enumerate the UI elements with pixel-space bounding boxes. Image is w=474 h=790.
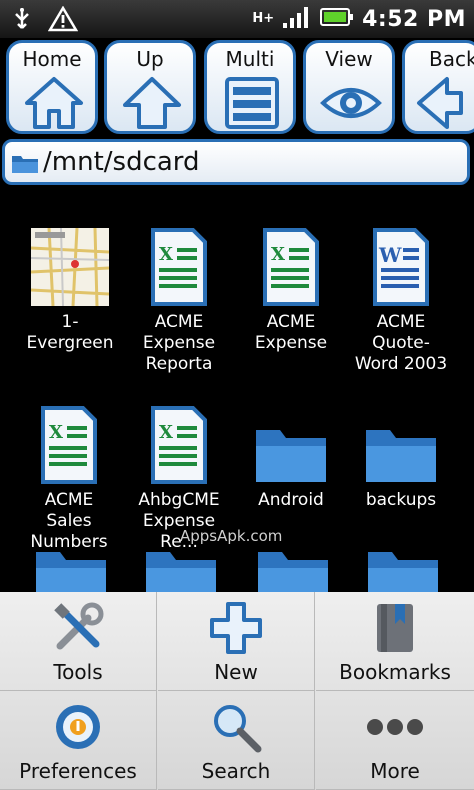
file-name: ACME Quote- Word 2003 [354, 312, 448, 374]
multi-select-icon [225, 77, 279, 129]
image-thumbnail-icon [31, 228, 109, 306]
view-label: View [325, 47, 373, 71]
menu-item-tools[interactable]: Tools [0, 592, 157, 691]
more-icon [367, 719, 423, 735]
plus-icon [210, 602, 262, 654]
menu-label-tools: Tools [53, 660, 103, 684]
menu-label-bookmarks: Bookmarks [339, 660, 451, 684]
battery-icon [320, 7, 354, 31]
status-bar: H+ 4:52 PM [0, 0, 474, 38]
preferences-icon [56, 705, 100, 749]
back-label: Back [429, 47, 474, 71]
file-name: ACME Sales Numbers [30, 490, 108, 552]
up-arrow-icon [123, 77, 181, 129]
path-bar[interactable]: /mnt/sdcard [2, 139, 470, 185]
menu-label-search: Search [201, 759, 271, 783]
svg-text:X: X [271, 244, 285, 265]
watermark: AppsApk.com [180, 527, 283, 545]
menu-item-bookmarks[interactable]: Bookmarks [316, 592, 474, 691]
eye-icon [320, 88, 382, 118]
search-icon [214, 705, 262, 753]
toolbar: Home Up Multi View Back [0, 38, 474, 136]
warning-icon [47, 5, 79, 36]
folder-icon [366, 430, 436, 482]
file-name: Android [258, 490, 324, 510]
file-item[interactable]: X ACME Sales Numbers [14, 396, 124, 553]
bookmark-icon [377, 604, 413, 652]
menu-item-more[interactable]: More [316, 691, 474, 790]
svg-text:X: X [159, 244, 173, 265]
tools-icon [54, 602, 104, 650]
menu-label-new: New [214, 660, 258, 684]
file-name: backups [365, 490, 437, 510]
folder-icon [256, 430, 326, 482]
network-type: H+ [252, 11, 275, 26]
view-button[interactable]: View [303, 40, 395, 134]
home-button[interactable]: Home [6, 40, 98, 134]
file-name: ACME Expense Reporta [142, 312, 216, 374]
file-name: 1- Evergreen [26, 312, 114, 353]
usb-icon [12, 6, 32, 36]
menu-item-new[interactable]: New [158, 592, 315, 691]
folder-icon [12, 156, 38, 173]
folder-icon[interactable] [366, 546, 440, 596]
folder-icon[interactable] [256, 546, 330, 596]
menu-item-preferences[interactable]: Preferences [0, 691, 157, 790]
folder-icon[interactable] [144, 546, 218, 596]
excel-file-icon: X [151, 228, 207, 306]
home-label: Home [22, 47, 82, 71]
clock: 4:52 PM [362, 6, 466, 32]
word-file-icon: W [373, 228, 429, 306]
svg-text:W: W [378, 243, 402, 267]
signal-icon [282, 5, 312, 33]
menu-label-preferences: Preferences [19, 759, 137, 783]
back-arrow-icon [417, 77, 463, 129]
file-item[interactable]: Android [236, 396, 346, 511]
menu-item-search[interactable]: Search [158, 691, 315, 790]
home-icon [25, 77, 83, 129]
up-label: Up [136, 47, 164, 71]
file-item[interactable]: backups [346, 396, 456, 511]
options-menu: Tools New Bookmarks Preferences Search M… [0, 592, 474, 790]
back-button[interactable]: Back [402, 40, 474, 134]
excel-file-icon: X [263, 228, 319, 306]
current-path: /mnt/sdcard [43, 147, 200, 177]
svg-text:X: X [49, 422, 63, 443]
multi-label: Multi [225, 47, 275, 71]
folder-icon[interactable] [34, 546, 108, 596]
file-item[interactable]: X ACME Expense [236, 218, 346, 354]
svg-text:X: X [159, 422, 173, 443]
file-name: ACME Expense [254, 312, 328, 353]
file-item[interactable]: 1- Evergreen [15, 218, 125, 354]
file-item[interactable]: X ACME Expense Reporta [124, 218, 234, 375]
multi-button[interactable]: Multi [204, 40, 296, 134]
menu-label-more: More [370, 759, 420, 783]
file-item[interactable]: W ACME Quote- Word 2003 [346, 218, 456, 375]
excel-file-icon: X [151, 406, 207, 484]
excel-file-icon: X [41, 406, 97, 484]
up-button[interactable]: Up [104, 40, 196, 134]
